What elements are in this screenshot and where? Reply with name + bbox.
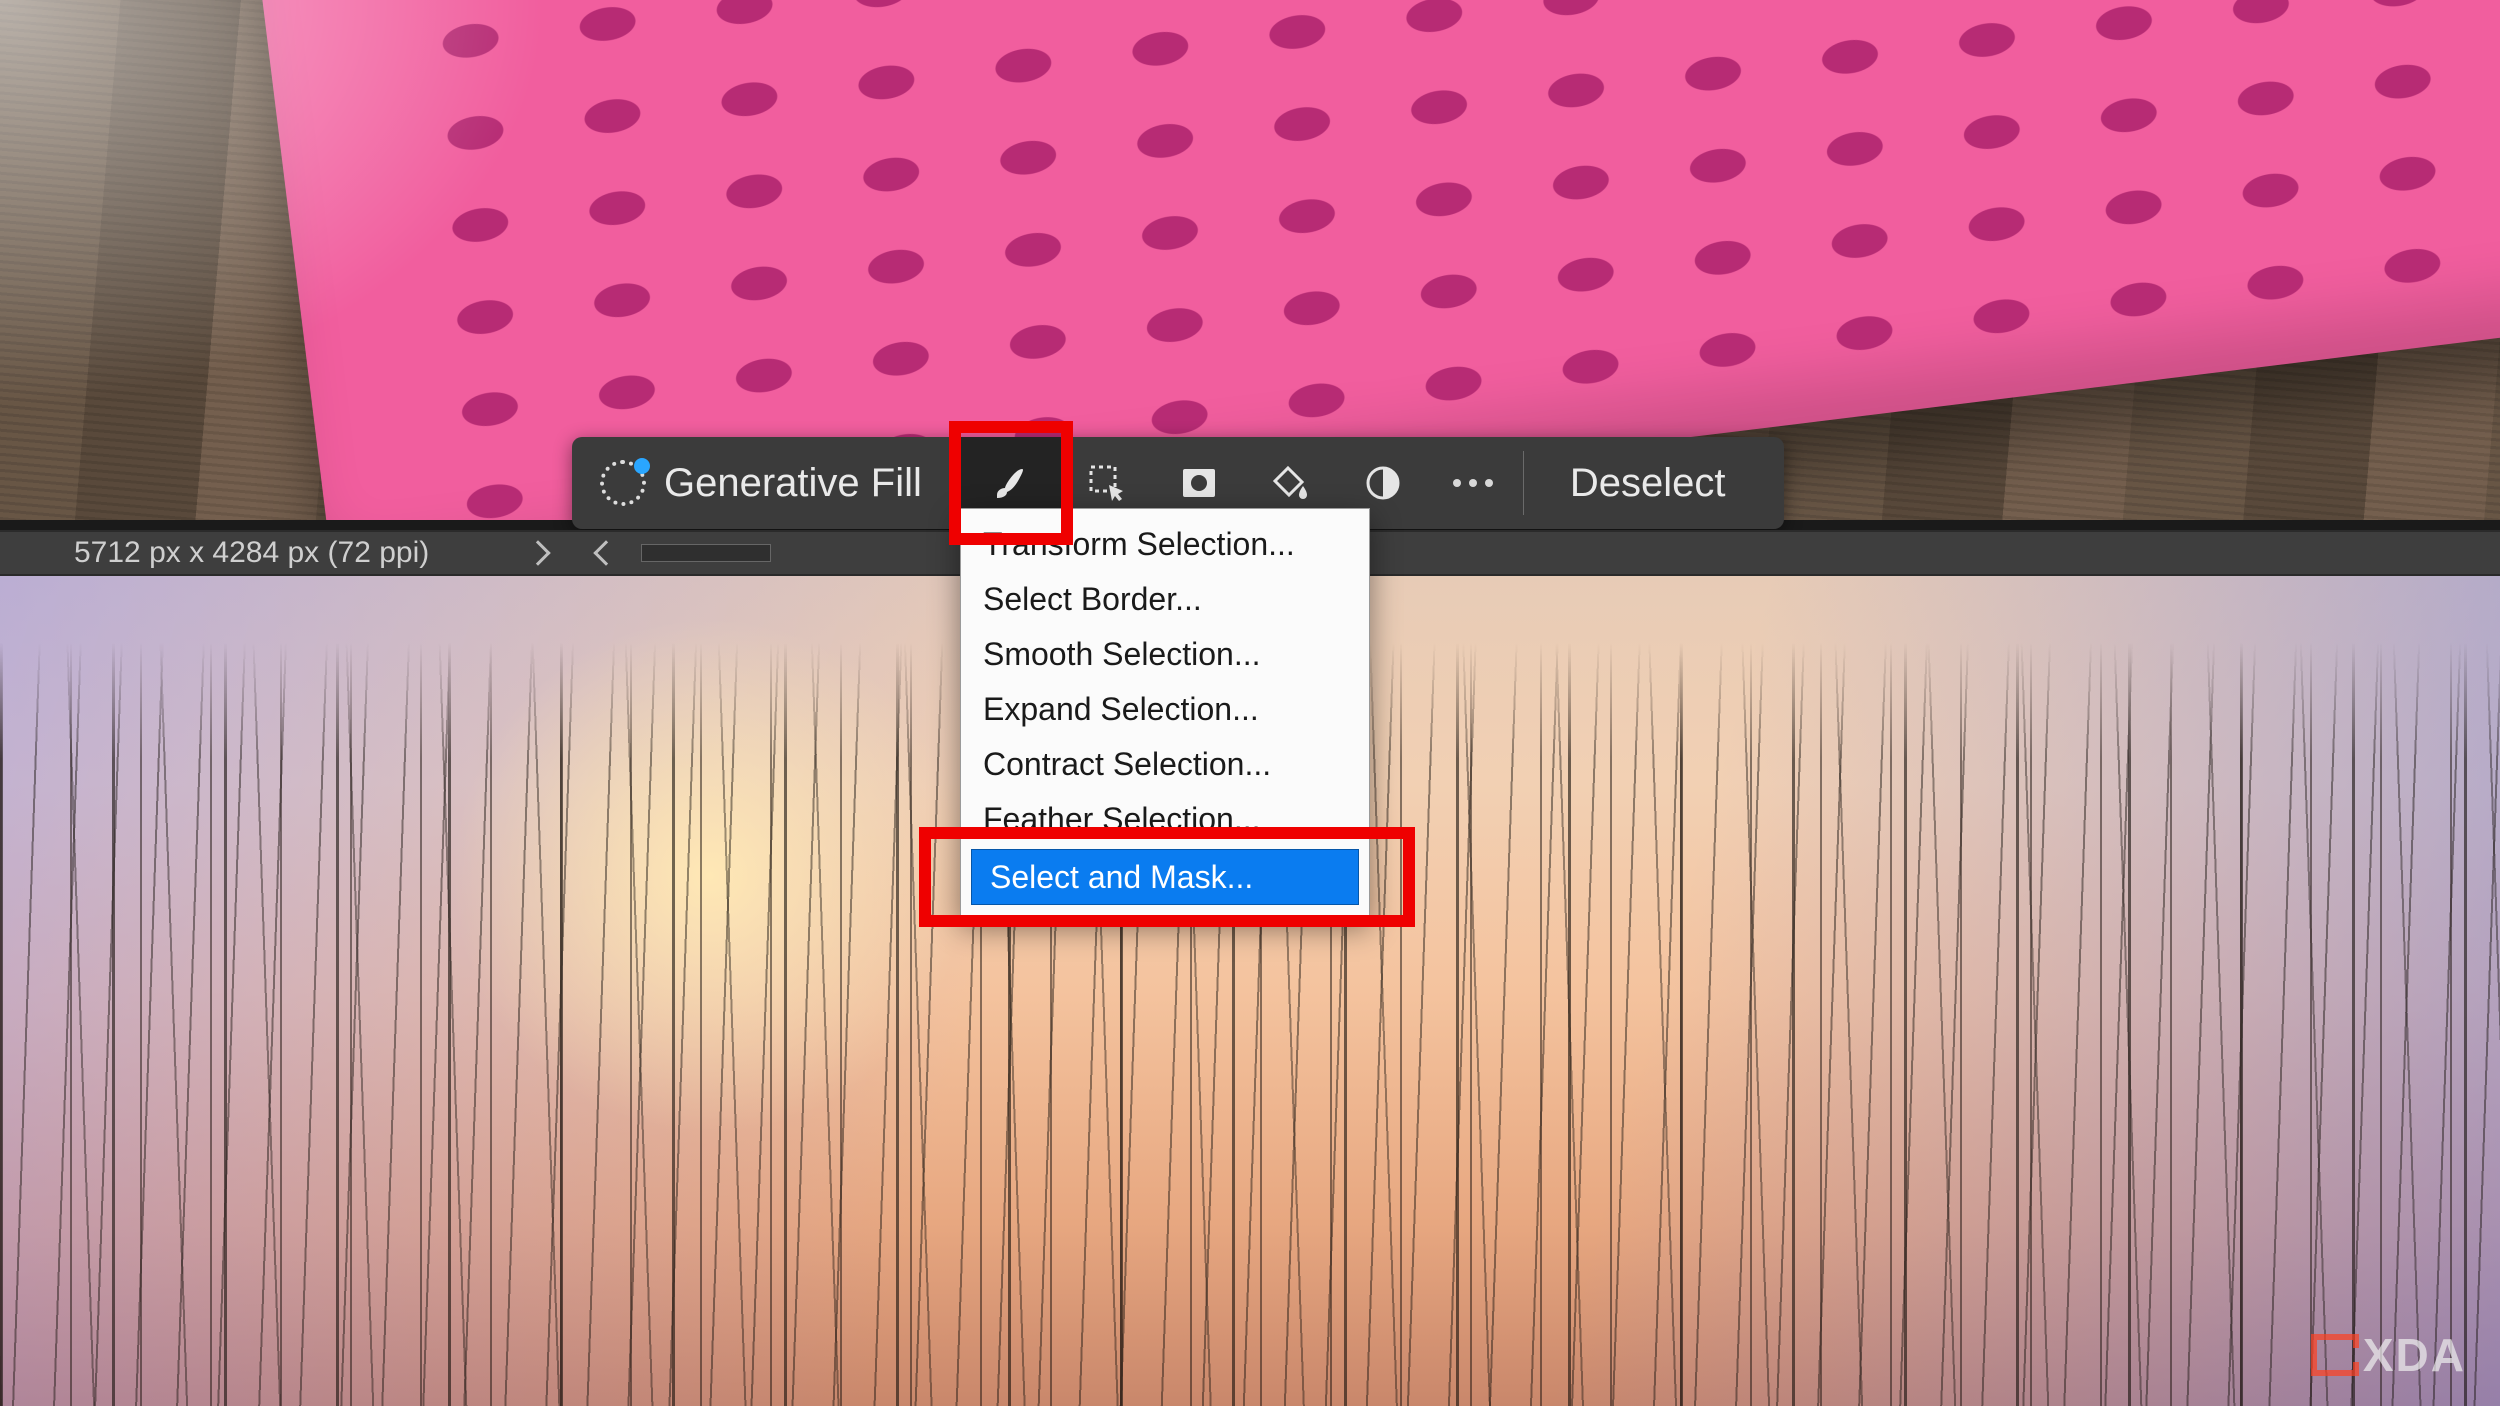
menu-item-select-border[interactable]: Select Border... xyxy=(965,572,1365,627)
selection-modify-icon xyxy=(1085,461,1129,505)
xda-logo-icon xyxy=(2311,1334,2353,1376)
menu-item-smooth-selection[interactable]: Smooth Selection... xyxy=(965,627,1365,682)
menu-item-label: Expand Selection... xyxy=(983,691,1259,728)
generative-fill-button[interactable]: Generative Fill xyxy=(584,437,948,529)
mask-icon xyxy=(1177,461,1221,505)
fill-bucket-icon xyxy=(1269,461,1313,505)
menu-item-label: Select Border... xyxy=(983,581,1202,618)
menu-item-label: Transform Selection... xyxy=(983,526,1295,563)
more-actions-button[interactable] xyxy=(1429,437,1517,529)
selection-tools-menu: Transform Selection... Select Border... Sm… xyxy=(960,508,1370,918)
scroll-scrubber[interactable] xyxy=(641,544,771,562)
menu-item-label: Feather Selection... xyxy=(983,801,1260,838)
info-flyout-chevron-icon[interactable] xyxy=(526,540,551,565)
generative-fill-label: Generative Fill xyxy=(664,461,922,506)
deselect-button[interactable]: Deselect xyxy=(1530,437,1766,529)
deselect-label: Deselect xyxy=(1570,461,1726,506)
menu-item-feather-selection[interactable]: Feather Selection... xyxy=(965,792,1365,847)
task-bar-separator xyxy=(954,451,955,515)
xda-watermark: XDA xyxy=(2311,1328,2466,1382)
contrast-circle-icon xyxy=(1361,461,1405,505)
menu-item-expand-selection[interactable]: Expand Selection... xyxy=(965,682,1365,737)
menu-item-label: Contract Selection... xyxy=(983,746,1271,783)
document-dimensions: 5712 px x 4284 px (72 ppi) xyxy=(74,536,429,570)
xda-logo-text: XDA xyxy=(2363,1328,2466,1382)
task-bar-separator xyxy=(1523,451,1524,515)
more-icon xyxy=(1453,479,1493,487)
menu-item-label: Select and Mask... xyxy=(990,859,1253,896)
menu-item-select-and-mask[interactable]: Select and Mask... xyxy=(971,849,1359,905)
menu-item-contract-selection[interactable]: Contract Selection... xyxy=(965,737,1365,792)
menu-item-label: Smooth Selection... xyxy=(983,636,1260,673)
brush-icon xyxy=(989,461,1033,505)
scroll-left-chevron-icon[interactable] xyxy=(594,540,619,565)
menu-item-transform-selection[interactable]: Transform Selection... xyxy=(965,517,1365,572)
generative-fill-icon xyxy=(600,460,646,506)
